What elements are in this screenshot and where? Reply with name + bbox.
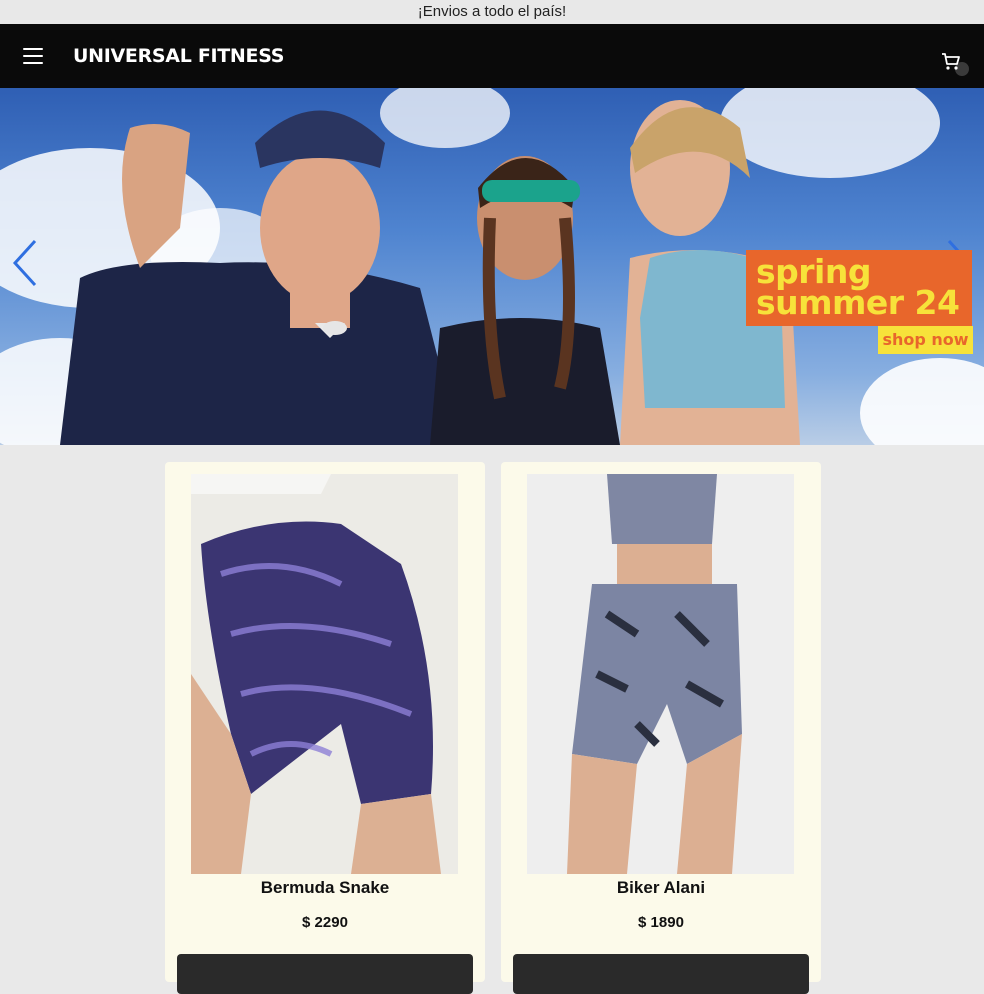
site-logo[interactable]: UNIVERSAL FITNESS (73, 45, 284, 67)
product-card[interactable]: Bermuda Snake $ 2290 (165, 462, 485, 994)
product-card[interactable]: Biker Alani $ 1890 (501, 462, 821, 994)
shopping-cart-icon[interactable] (941, 52, 961, 72)
hero-carousel[interactable]: spring summer 24 shop now (0, 88, 984, 445)
product-image[interactable] (527, 474, 794, 874)
add-to-cart-button[interactable] (177, 954, 473, 994)
product-image[interactable] (191, 474, 458, 874)
product-title[interactable]: Biker Alani (501, 878, 821, 898)
promo-banner: spring summer 24 (746, 250, 972, 326)
product-price: $ 1890 (638, 914, 684, 931)
site-header: UNIVERSAL FITNESS (0, 24, 984, 88)
shop-now-button[interactable]: shop now (878, 326, 973, 354)
product-price: $ 2290 (302, 914, 348, 931)
hamburger-menu-icon[interactable] (23, 48, 43, 64)
announcement-text: ¡Envios a todo el país! (417, 3, 567, 20)
promo-line-2: summer 24 (756, 283, 960, 322)
cloud-shape (860, 358, 984, 445)
add-to-cart-button[interactable] (513, 954, 809, 994)
announcement-bar: ¡Envios a todo el país! (0, 0, 984, 24)
carousel-prev-arrow-icon[interactable] (10, 238, 40, 288)
product-title[interactable]: Bermuda Snake (165, 878, 485, 898)
